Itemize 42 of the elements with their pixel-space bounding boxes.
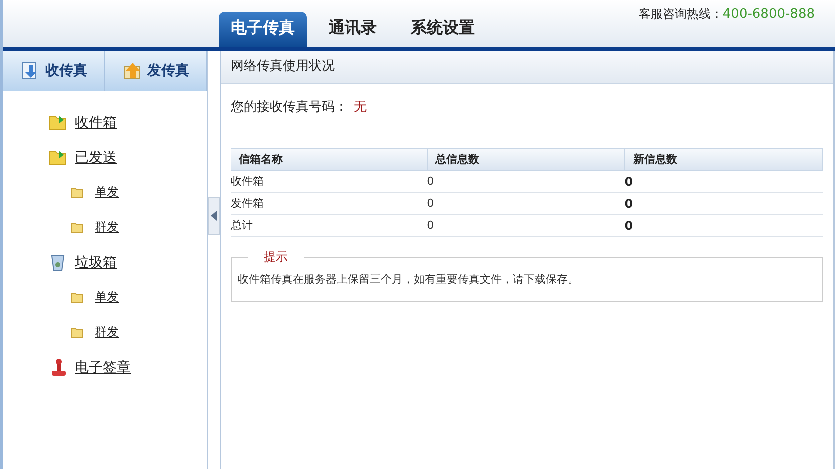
upload-icon <box>122 61 144 81</box>
tree-link[interactable]: 单发 <box>95 184 119 201</box>
stamp-icon <box>49 358 69 378</box>
column-header: 总信息数 <box>427 148 625 170</box>
folder-icon <box>71 222 85 234</box>
folder-icon <box>71 292 85 304</box>
tree-link[interactable]: 群发 <box>95 324 119 341</box>
nav-tab[interactable]: 系统设置 <box>399 12 487 47</box>
tree-link[interactable]: 已发送 <box>75 148 117 166</box>
table-cell: 0 <box>624 192 822 214</box>
table-cell: 0 <box>427 192 625 214</box>
nav-tab[interactable]: 通讯录 <box>317 12 389 47</box>
folder-icon <box>71 186 85 198</box>
tree-link[interactable]: 电子签章 <box>75 358 131 376</box>
table-cell: 收件箱 <box>231 170 428 192</box>
nav-tab[interactable]: 电子传真 <box>219 12 307 47</box>
fax-number-value: 无 <box>354 100 367 115</box>
collapse-arrow-icon <box>211 211 217 221</box>
folder-icon <box>71 326 85 338</box>
tip-text: 收件箱传真在服务器上保留三个月，如有重要传真文件，请下载保存。 <box>238 272 580 287</box>
tip-title: 提示 <box>263 249 289 266</box>
column-header: 信箱名称 <box>231 148 428 170</box>
table-cell: 总计 <box>231 214 428 236</box>
tree-link[interactable]: 垃圾箱 <box>75 254 117 272</box>
tree-link[interactable]: 单发 <box>95 289 119 306</box>
hotline-label: 客服咨询热线： <box>638 7 723 21</box>
table-cell: 0 <box>624 214 822 236</box>
hotline-number: 400-6800-888 <box>722 7 815 22</box>
sidebar-tab[interactable]: 收传真 <box>3 51 105 91</box>
table-cell: 发件箱 <box>231 192 428 214</box>
collapse-handle[interactable] <box>208 197 220 235</box>
table-cell: 0 <box>624 170 822 192</box>
table-cell: 0 <box>427 214 625 236</box>
folder-in-icon <box>49 114 69 132</box>
table-cell: 0 <box>427 170 625 192</box>
tree-link[interactable]: 收件箱 <box>75 114 117 132</box>
folder-out-icon <box>49 148 69 166</box>
sidebar-tab[interactable]: 发传真 <box>105 51 207 91</box>
panel-title: 网络传真使用状况 <box>221 51 833 84</box>
column-header: 新信息数 <box>624 148 822 170</box>
tree-link[interactable]: 群发 <box>95 219 119 236</box>
fax-number-label: 您的接收传真号码： <box>231 100 348 115</box>
